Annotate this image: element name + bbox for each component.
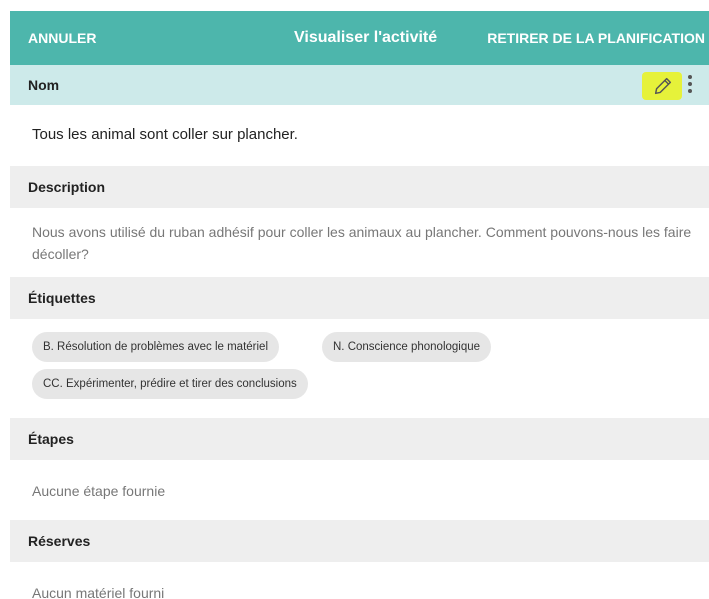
header-bar: ANNULER Visualiser l'activité RETIRER DE… — [10, 11, 709, 65]
tags-section-header: Étiquettes — [10, 277, 709, 319]
reserves-section-header: Réserves — [10, 520, 709, 562]
pencil-icon — [654, 77, 672, 95]
reserves-empty-text: Aucun matériel fourni — [32, 585, 165, 599]
cancel-button[interactable]: ANNULER — [28, 11, 96, 65]
name-label: Nom — [28, 77, 60, 93]
tag-chip[interactable]: B. Résolution de problèmes avec le matér… — [32, 332, 280, 362]
description-value: Nous avons utilisé du ruban adhésif pour… — [32, 224, 692, 262]
activity-name-value: Tous les animal sont coller sur plancher… — [32, 126, 298, 143]
name-section-header: Nom — [10, 65, 709, 105]
tag-chip[interactable]: CC. Expérimenter, prédire et tirer des c… — [32, 369, 308, 399]
steps-section-header: Étapes — [10, 418, 709, 460]
remove-from-planning-button[interactable]: RETIRER DE LA PLANIFICATION — [487, 11, 705, 65]
description-label: Description — [28, 179, 106, 195]
steps-empty-text: Aucune étape fournie — [32, 483, 166, 499]
steps-label: Étapes — [28, 431, 74, 447]
tags-label: Étiquettes — [28, 290, 96, 306]
top-strip — [0, 0, 709, 11]
reserves-label: Réserves — [28, 533, 91, 549]
tag-chip[interactable]: N. Conscience phonologique — [322, 332, 492, 362]
more-vert-icon[interactable] — [682, 73, 698, 97]
edit-button[interactable] — [642, 72, 682, 100]
page-title: Visualiser l'activité — [294, 29, 438, 46]
activity-view-page: ANNULER Visualiser l'activité RETIRER DE… — [0, 0, 709, 599]
description-section-header: Description — [10, 166, 709, 208]
